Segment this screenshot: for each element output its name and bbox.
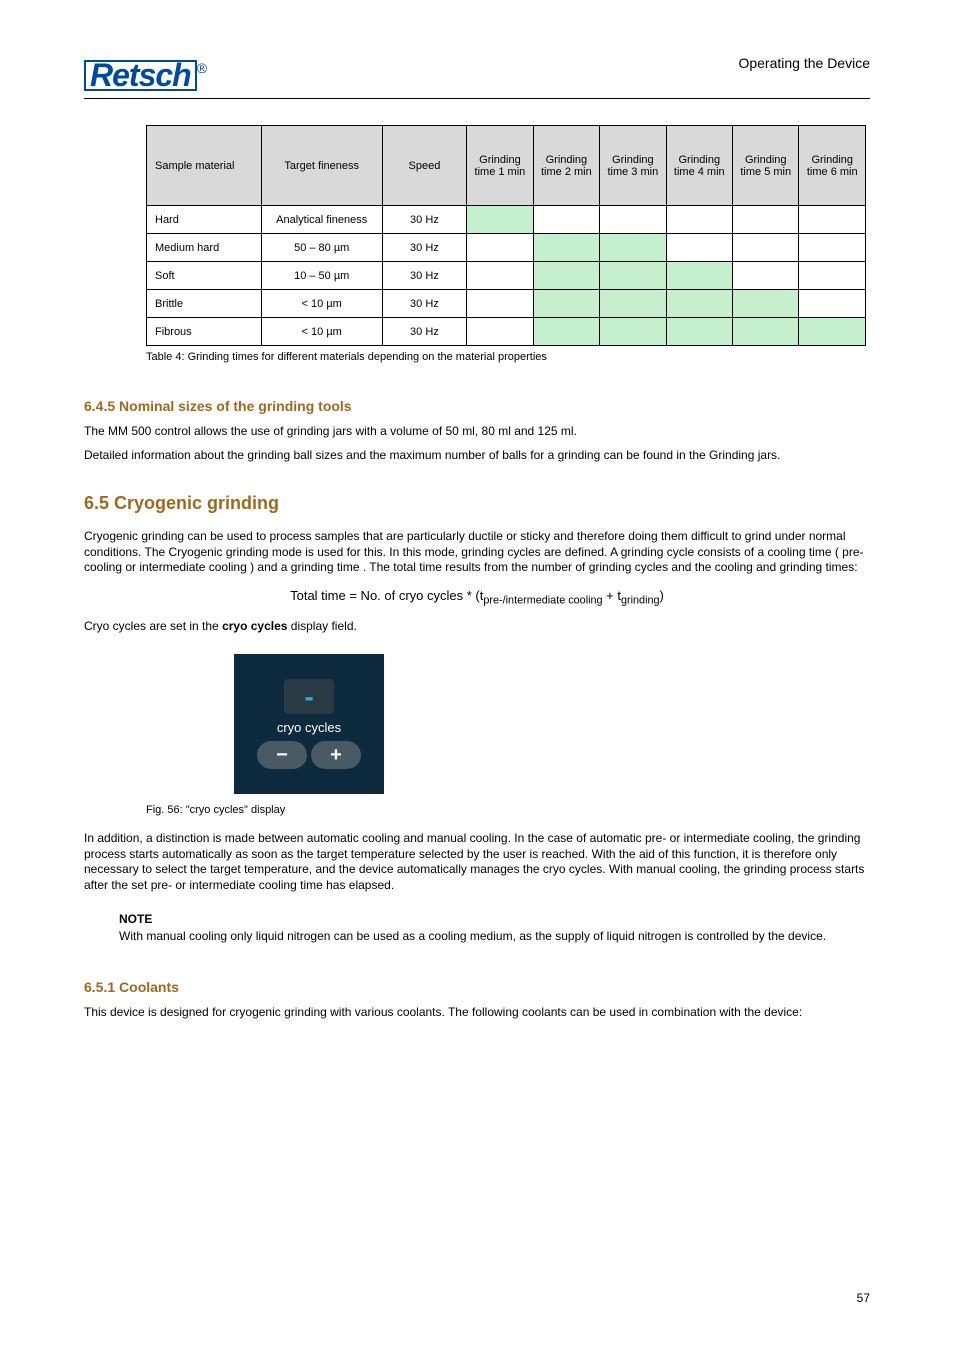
th-sample: Sample material <box>147 126 262 206</box>
cryo-formula: Total time = No. of cryo cycles * (tpre-… <box>84 588 870 607</box>
table-cell: Brittle <box>147 290 262 318</box>
table-cell <box>666 262 732 290</box>
th-4: Grinding time 4 min <box>666 126 732 206</box>
table-cell <box>733 290 799 318</box>
table-cell <box>467 318 533 346</box>
table-cell <box>533 262 599 290</box>
cryo-cycles-figure: - cryo cycles − + <box>234 654 384 794</box>
table-cell <box>733 234 799 262</box>
table-cell <box>467 234 533 262</box>
cryo-p2: Cryo cycles are set in the cryo cycles d… <box>84 619 870 635</box>
header-chapter-label: Operating the Device <box>738 55 870 71</box>
table-cell <box>600 234 666 262</box>
table-cell: 30 Hz <box>382 262 467 290</box>
table-cell <box>666 290 732 318</box>
table-cell <box>666 234 732 262</box>
nominal-p1: The MM 500 control allows the use of gri… <box>84 424 870 440</box>
grinding-times-table: Sample material Target fineness Speed Gr… <box>146 125 866 346</box>
table-cell: 10 – 50 µm <box>261 262 382 290</box>
cryo-cycles-label: cryo cycles <box>277 720 341 735</box>
table-cell: < 10 µm <box>261 318 382 346</box>
table-row: Soft10 – 50 µm30 Hz <box>147 262 866 290</box>
cryo-plus-button[interactable]: + <box>311 741 361 769</box>
table-cell: < 10 µm <box>261 290 382 318</box>
table-row: Fibrous< 10 µm30 Hz <box>147 318 866 346</box>
th-1: Grinding time 1 min <box>467 126 533 206</box>
page-number: 57 <box>857 1291 870 1305</box>
header-rule <box>84 98 870 99</box>
table-cell <box>733 318 799 346</box>
brand-logo: Retsch® <box>84 60 207 91</box>
table-cell <box>799 234 866 262</box>
table-cell: 50 – 80 µm <box>261 234 382 262</box>
fig56-caption: Fig. 56: "cryo cycles" display <box>146 804 870 816</box>
table-cell <box>533 318 599 346</box>
table-row: Brittle< 10 µm30 Hz <box>147 290 866 318</box>
table-cell <box>666 318 732 346</box>
table-cell <box>533 234 599 262</box>
table-row: HardAnalytical fineness30 Hz <box>147 206 866 234</box>
table-cell <box>666 206 732 234</box>
table-cell: 30 Hz <box>382 318 467 346</box>
table-cell: 30 Hz <box>382 290 467 318</box>
table-cell <box>600 290 666 318</box>
table-row: Medium hard50 – 80 µm30 Hz <box>147 234 866 262</box>
table-caption: Table 4: Grinding times for different ma… <box>146 351 870 363</box>
note-title: NOTE <box>119 912 870 926</box>
cryo-p1: Cryogenic grinding can be used to proces… <box>84 529 870 576</box>
table-cell: Hard <box>147 206 262 234</box>
th-speed: Speed <box>382 126 467 206</box>
table-cell <box>600 318 666 346</box>
heading-nominal-sizes: 6.4.5 Nominal sizes of the grinding tool… <box>84 398 870 414</box>
nominal-p2: Detailed information about the grinding … <box>84 448 870 464</box>
table-cell <box>467 206 533 234</box>
cryo-minus-button[interactable]: − <box>257 741 307 769</box>
table-cell <box>733 206 799 234</box>
table-cell <box>600 262 666 290</box>
table-cell: 30 Hz <box>382 206 467 234</box>
heading-cryo: 6.5 Cryogenic grinding <box>84 493 870 514</box>
note-body: With manual cooling only liquid nitrogen… <box>119 929 870 945</box>
th-fineness: Target fineness <box>261 126 382 206</box>
th-3: Grinding time 3 min <box>600 126 666 206</box>
table-cell <box>467 290 533 318</box>
table-cell: Medium hard <box>147 234 262 262</box>
table-cell: Analytical fineness <box>261 206 382 234</box>
th-5: Grinding time 5 min <box>733 126 799 206</box>
table-cell <box>467 262 533 290</box>
table-cell <box>533 206 599 234</box>
table-cell <box>733 262 799 290</box>
cooling-modes-paragraph: In addition, a distinction is made betwe… <box>84 831 870 893</box>
table-cell <box>600 206 666 234</box>
table-cell <box>799 318 866 346</box>
th-6: Grinding time 6 min <box>799 126 866 206</box>
note-block: NOTE With manual cooling only liquid nit… <box>119 912 870 945</box>
table-cell <box>533 290 599 318</box>
th-2: Grinding time 2 min <box>533 126 599 206</box>
table-cell <box>799 262 866 290</box>
heading-coolants: 6.5.1 Coolants <box>84 979 870 995</box>
table-cell: 30 Hz <box>382 234 467 262</box>
coolants-p1: This device is designed for cryogenic gr… <box>84 1005 870 1021</box>
table-cell <box>799 206 866 234</box>
table-cell <box>799 290 866 318</box>
table-cell: Fibrous <box>147 318 262 346</box>
table-cell: Soft <box>147 262 262 290</box>
cryo-cycles-value-display: - <box>284 679 334 714</box>
